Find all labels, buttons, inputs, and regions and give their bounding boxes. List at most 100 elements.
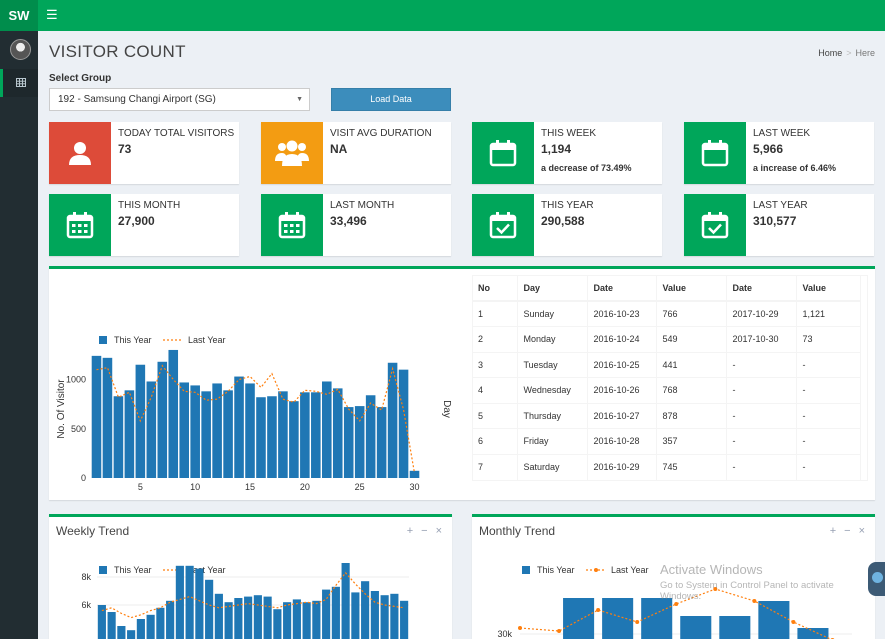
- chart-bar: [409, 470, 420, 478]
- close-icon[interactable]: ×: [859, 525, 865, 537]
- info-icon-bg: [49, 122, 111, 184]
- info-box-visit-duration: VISIT AVG DURATION NA: [261, 122, 451, 184]
- chart-bar: [361, 581, 370, 639]
- watermark-line: Windows.: [660, 591, 702, 602]
- chart-bar: [107, 612, 116, 639]
- table-cell: 4: [472, 377, 518, 403]
- chart-bar: [563, 598, 595, 639]
- column-header: Date: [726, 275, 797, 302]
- chart-bar: [263, 596, 272, 639]
- x-axis-label: Day: [441, 400, 452, 418]
- table-row: 4 Wednesday 2016-10-26 768- -: [472, 377, 861, 403]
- close-icon[interactable]: ×: [436, 525, 442, 537]
- chart-bar: [400, 600, 409, 639]
- table-icon: [15, 78, 26, 87]
- info-icon-bg: [261, 122, 323, 184]
- chart-bar: [245, 383, 255, 478]
- calendar-icon: [489, 140, 517, 167]
- chart-bar: [278, 391, 288, 478]
- sidebar: [0, 31, 38, 639]
- chart-bar: [719, 616, 751, 639]
- x-tick-label: 10: [190, 482, 200, 492]
- legend-label-this-year: This Year: [114, 565, 152, 575]
- hamburger-icon[interactable]: ☰: [46, 7, 58, 23]
- chart-bar: [244, 596, 253, 639]
- table-cell: -: [796, 377, 861, 403]
- info-box-last-year: LAST YEAR 310,577: [684, 194, 874, 256]
- top-navbar: SW ☰: [0, 0, 885, 31]
- chart-bar: [370, 591, 379, 639]
- page-title: VISITOR COUNT: [49, 42, 186, 61]
- weekly-trend-chart: This YearLast Year6k8k10kitor: [81, 563, 409, 639]
- table-header-row: No Day Date Value Date Value: [472, 275, 861, 302]
- chart-bar: [212, 383, 222, 478]
- chart-point-last-year: [674, 602, 679, 606]
- collapse-icon[interactable]: −: [421, 525, 427, 537]
- table-cell: -: [796, 428, 861, 454]
- info-value: 33,496: [330, 214, 367, 228]
- day-table-body: 1 Sunday 2016-10-23 766 2017-10-29 1,121 2 Mond…: [472, 300, 861, 480]
- daily-visitor-chart: This Year Last Year 0 500 1000 5 10 15 20 25 30 No.…: [56, 335, 452, 492]
- y-tick-label: 30k: [497, 629, 512, 639]
- chart-bar: [190, 385, 200, 478]
- info-icon-bg: [472, 194, 534, 256]
- info-box-last-month: LAST MONTH 33,496: [261, 194, 451, 256]
- table-cell: Tuesday: [517, 351, 588, 378]
- chart-bar: [253, 595, 262, 639]
- table-cell: 2017-10-29: [726, 300, 797, 327]
- legend-label-last-year: Last Year: [188, 335, 226, 345]
- info-icon-bg: [472, 122, 534, 184]
- table-cell: 441: [656, 351, 727, 378]
- floating-widget[interactable]: [868, 562, 885, 596]
- info-icon-bg: [49, 194, 111, 256]
- column-header: Day: [517, 275, 588, 302]
- column-header: Value: [796, 275, 861, 302]
- avatar[interactable]: [10, 39, 31, 60]
- chart-bar: [398, 369, 409, 478]
- info-icon-bg: [261, 194, 323, 256]
- table-cell: 2016-10-28: [587, 428, 657, 454]
- sidebar-item-table[interactable]: [0, 69, 38, 97]
- table-cell: 2016-10-23: [587, 300, 657, 327]
- chart-bar: [390, 593, 399, 639]
- legend-swatch-this-year: [99, 336, 107, 344]
- chart-bar: [113, 396, 124, 478]
- x-tick-label: 30: [410, 482, 420, 492]
- user-icon: [69, 142, 91, 165]
- chart-bar: [797, 628, 829, 639]
- breadcrumb-home[interactable]: Home: [818, 48, 842, 58]
- chart-bar: [205, 579, 214, 639]
- collapse-icon[interactable]: −: [844, 525, 850, 537]
- chart-bar: [273, 609, 282, 639]
- expand-icon[interactable]: +: [830, 525, 836, 537]
- chart-bar: [91, 355, 102, 478]
- table-cell: 2016-10-29: [587, 453, 657, 480]
- windows-activation-watermark: Activate Windows Go to System in Control…: [660, 562, 834, 602]
- legend-label-this-year: This Year: [114, 335, 152, 345]
- info-value: 290,588: [541, 214, 585, 228]
- table-cell: Sunday: [517, 300, 588, 327]
- chart-bar: [256, 397, 266, 478]
- info-box-this-year: THIS YEAR 290,588: [472, 194, 662, 256]
- table-cell: 7: [472, 453, 518, 480]
- load-data-button[interactable]: Load Data: [331, 88, 451, 111]
- app-logo[interactable]: SW: [0, 0, 38, 31]
- box-tools: + − ×: [822, 525, 865, 537]
- x-tick-label: 25: [355, 482, 365, 492]
- chart-bar: [124, 390, 135, 478]
- expand-icon[interactable]: +: [407, 525, 413, 537]
- x-tick-label: 5: [138, 482, 143, 492]
- chart-bar: [312, 600, 321, 639]
- chart-bar: [302, 602, 311, 639]
- table-cell: 766: [656, 300, 727, 327]
- info-label: TODAY TOTAL VISITORS: [118, 128, 235, 139]
- table-row: 6 Friday 2016-10-28 357- -: [472, 428, 861, 454]
- chart-bar: [758, 601, 790, 639]
- chart-bar: [185, 565, 194, 639]
- group-select[interactable]: 192 - Samsung Changi Airport (SG) ▼: [49, 88, 310, 111]
- info-box-last-week: LAST WEEK 5,966 a increase of 6.46%: [684, 122, 874, 184]
- watermark-title: Activate Windows: [660, 562, 763, 577]
- table-cell: 73: [796, 326, 861, 352]
- chart-bar: [332, 388, 343, 478]
- chart-bar: [267, 396, 277, 478]
